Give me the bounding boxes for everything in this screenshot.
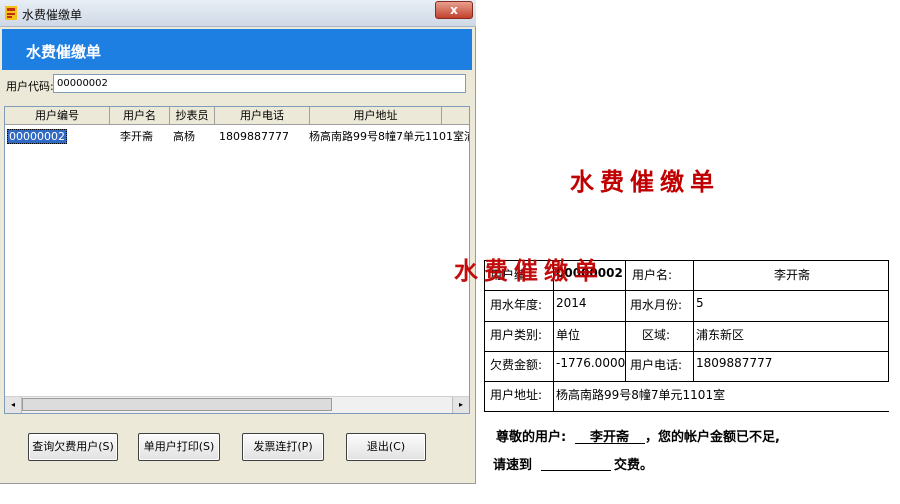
value-address: 杨高南路99号8幢7单元1101室 [556, 388, 726, 402]
single-print-button[interactable]: 单用户打印(S) [138, 433, 220, 461]
cell-user-id[interactable]: 00000002 [7, 127, 107, 147]
cell-address: 杨高南路99号8幢7单元1101室浦东新 [309, 130, 469, 143]
query-arrears-button[interactable]: 查询欠费用户(S) [28, 433, 118, 461]
scrollbar-thumb[interactable] [22, 398, 332, 411]
form-title-overlay: 水费催缴单 [454, 256, 604, 285]
col-header-meter-reader[interactable]: 抄表员 [170, 107, 215, 124]
scroll-left-icon[interactable]: ◂ [5, 397, 22, 413]
notice-line2-suffix: 交费。 [614, 458, 654, 473]
user-code-label: 用户代码: [6, 80, 54, 93]
user-code-input[interactable] [53, 74, 466, 93]
page-title: 水费催缴单 [26, 43, 102, 61]
label-user-type: 用户类别: [490, 328, 543, 342]
grid-header: 用户编号 用户名 抄表员 用户电话 用户地址 [5, 107, 469, 125]
value-water-month: 5 [696, 296, 704, 310]
batch-print-button[interactable]: 发票连打(P) [242, 433, 324, 461]
value-user-name: 李开斋 [774, 268, 811, 282]
label-region: 区域: [642, 328, 671, 342]
value-arrears: -1776.0000 [556, 356, 626, 370]
label-phone: 用户电话: [630, 358, 683, 372]
cell-phone: 1809887777 [219, 130, 289, 143]
close-button[interactable]: x [435, 1, 473, 19]
notice-prefix: 尊敬的用户: [496, 430, 567, 445]
header-banner: 水费催缴单 [2, 29, 472, 70]
value-region: 浦东新区 [696, 328, 745, 342]
col-header-address[interactable]: 用户地址 [310, 107, 442, 124]
col-header-user-name[interactable]: 用户名 [110, 107, 170, 124]
user-grid[interactable]: 用户编号 用户名 抄表员 用户电话 用户地址 00000002 李开斋 高杨 1… [4, 106, 470, 414]
app-icon [5, 6, 17, 20]
label-arrears: 欠费金额: [490, 358, 543, 372]
notice-suffix: ，您的帐户金额已不足, [645, 430, 780, 445]
horizontal-scrollbar[interactable]: ◂ ▸ [5, 396, 469, 413]
col-header-phone[interactable]: 用户电话 [215, 107, 310, 124]
window-title: 水费催缴单 [22, 8, 83, 22]
title-bar[interactable]: 水费催缴单 x [0, 0, 476, 27]
label-water-year: 用水年度: [490, 298, 543, 312]
value-water-year: 2014 [556, 296, 587, 310]
form-title: 水费催缴单 [570, 167, 720, 196]
exit-button[interactable]: 退出(C) [346, 433, 426, 461]
col-header-user-id[interactable]: 用户编号 [5, 107, 110, 124]
scroll-right-icon[interactable]: ▸ [452, 397, 469, 413]
notice-line2-prefix: 请速到 [493, 458, 533, 473]
label-water-month: 用水月份: [630, 298, 683, 312]
value-phone: 1809887777 [696, 356, 773, 370]
cell-user-name: 李开斋 [120, 130, 153, 143]
cell-meter-reader: 高杨 [173, 130, 195, 143]
table-row[interactable]: 00000002 李开斋 高杨 1809887777 杨高南路99号8幢7单元1… [5, 127, 469, 147]
value-user-type: 单位 [556, 328, 581, 342]
app-window: 水费催缴单 x 水费催缴单 用户代码: 用户编号 用户名 抄表员 用户电话 用户… [0, 0, 476, 484]
cell-user-id-text: 00000002 [7, 129, 67, 144]
label-user-name: 用户名: [632, 268, 673, 282]
label-address: 用户地址: [490, 388, 543, 402]
